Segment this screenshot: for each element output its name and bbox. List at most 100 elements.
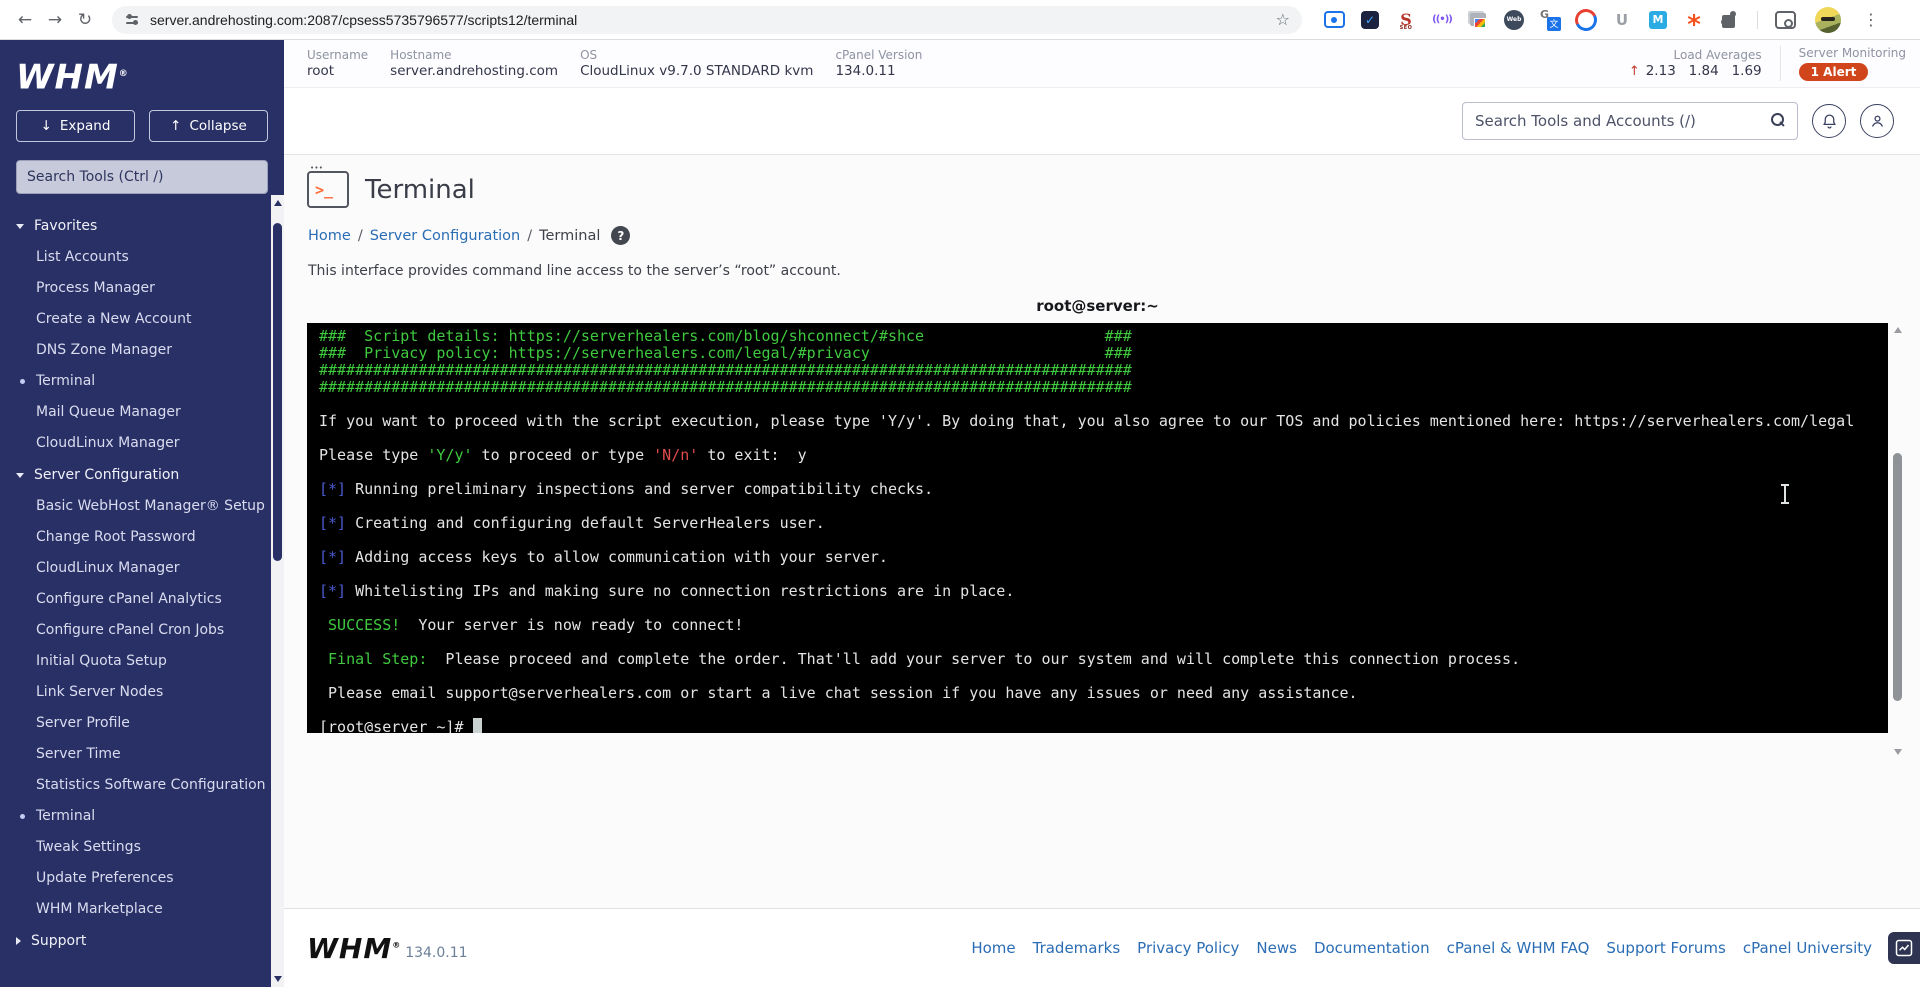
terminal-scrollbar[interactable] bbox=[1891, 325, 1904, 755]
load-up-arrow-icon: ↑ bbox=[1628, 63, 1640, 79]
browser-toolbar: ← → ↻ server.andrehosting.com:2087/cpses… bbox=[0, 0, 1920, 40]
check-icon[interactable] bbox=[1358, 8, 1382, 32]
footer-link-trademarks[interactable]: Trademarks bbox=[1033, 939, 1121, 957]
help-icon[interactable]: ? bbox=[611, 226, 631, 245]
sidebar-item-cloudlinux-manager[interactable]: CloudLinux Manager bbox=[0, 428, 284, 459]
sidebar-search-input[interactable] bbox=[16, 160, 268, 195]
expand-button[interactable]: ↓ Expand bbox=[16, 110, 135, 143]
terminal-line: [root@server ~]# bbox=[319, 718, 1876, 733]
sidebar-section-support[interactable]: Support bbox=[0, 925, 284, 957]
sidebar-item-list-accounts[interactable]: List Accounts bbox=[0, 242, 284, 273]
scroll-thumb[interactable] bbox=[273, 223, 282, 561]
sidebar-item-initial-quota-setup[interactable]: Initial Quota Setup bbox=[0, 646, 284, 677]
web-badge-icon[interactable] bbox=[1502, 8, 1526, 32]
footer-link-documentation[interactable]: Documentation bbox=[1314, 939, 1430, 957]
load-averages: Load Averages ↑ 2.13 1.84 1.69 bbox=[1628, 48, 1762, 79]
sidebar-item-link-server-nodes[interactable]: Link Server Nodes bbox=[0, 677, 284, 708]
search-icon[interactable] bbox=[1770, 112, 1786, 128]
footer-link-support-forums[interactable]: Support Forums bbox=[1606, 939, 1725, 957]
sidebar-item-whm-marketplace[interactable]: WHM Marketplace bbox=[0, 894, 284, 925]
scroll-thumb[interactable] bbox=[1893, 453, 1902, 701]
footer-link-home[interactable]: Home bbox=[971, 939, 1015, 957]
chevron-right-icon bbox=[16, 937, 21, 946]
tab-search-icon[interactable] bbox=[1773, 8, 1797, 32]
sidebar-item-server-profile[interactable]: Server Profile bbox=[0, 708, 284, 739]
collapse-button[interactable]: ↑ Collapse bbox=[149, 110, 268, 143]
sidebar-item-basic-webhost-manager-setup[interactable]: Basic WebHost Manager® Setup bbox=[0, 491, 284, 522]
sidebar-scrollbar[interactable] bbox=[271, 195, 284, 987]
notifications-button[interactable] bbox=[1812, 104, 1846, 138]
server-info-hostname: Hostname server.andrehosting.com bbox=[390, 47, 559, 79]
record-icon[interactable] bbox=[1322, 8, 1346, 32]
sidebar-item-terminal[interactable]: Terminal bbox=[0, 801, 284, 832]
tools-search-input[interactable] bbox=[1462, 102, 1798, 140]
back-icon[interactable]: ← bbox=[10, 5, 40, 35]
footer-links: Home Trademarks Privacy Policy News Document… bbox=[971, 939, 1872, 957]
footer-link-cpanel-university[interactable]: cPanel University bbox=[1743, 939, 1872, 957]
terminal-window-title: root@server:~ bbox=[1036, 297, 1159, 315]
sidebar-item-server-time[interactable]: Server Time bbox=[0, 739, 284, 770]
reload-icon[interactable]: ↻ bbox=[70, 5, 100, 35]
scroll-up-icon[interactable] bbox=[1893, 327, 1902, 333]
scroll-up-icon[interactable] bbox=[273, 200, 282, 206]
footer-link-privacy-policy[interactable]: Privacy Policy bbox=[1137, 939, 1239, 957]
sidebar-item-mail-queue-manager[interactable]: Mail Queue Manager bbox=[0, 397, 284, 428]
account-button[interactable] bbox=[1860, 104, 1894, 138]
person-icon bbox=[1871, 115, 1883, 127]
sidebar-item-configure-cpanel-cron-jobs[interactable]: Configure cPanel Cron Jobs bbox=[0, 615, 284, 646]
sidebar-item-process-manager[interactable]: Process Manager bbox=[0, 273, 284, 304]
url-text[interactable]: server.andrehosting.com:2087/cpsess57357… bbox=[150, 12, 1276, 28]
terminal-line: Please type 'Y/y' to proceed or type 'N/… bbox=[319, 446, 807, 464]
sidebar-item-terminal[interactable]: Terminal bbox=[0, 366, 284, 397]
breadcrumb-separator: / bbox=[527, 227, 533, 244]
whm-footer-logo: WHM® bbox=[307, 931, 402, 965]
feedback-chart-button[interactable] bbox=[1888, 932, 1920, 964]
extensions-puzzle-icon[interactable] bbox=[1718, 8, 1742, 32]
burst-icon[interactable] bbox=[1682, 8, 1706, 32]
footer-link-cpanel-whm-faq[interactable]: cPanel & WHM FAQ bbox=[1447, 939, 1590, 957]
signal-icon[interactable] bbox=[1430, 8, 1454, 32]
sidebar-item-update-preferences[interactable]: Update Preferences bbox=[0, 863, 284, 894]
sidebar-item-create-a-new-account[interactable]: Create a New Account bbox=[0, 304, 284, 335]
terminal-line: [*] Whitelisting IPs and making sure no … bbox=[319, 582, 1015, 600]
m-icon[interactable] bbox=[1646, 8, 1670, 32]
sidebar-item-tweak-settings[interactable]: Tweak Settings bbox=[0, 832, 284, 863]
profile-avatar[interactable] bbox=[1815, 6, 1841, 33]
sidebar-item-cloudlinux-manager[interactable]: CloudLinux Manager bbox=[0, 553, 284, 584]
sidebar-section-server-configuration[interactable]: Server Configuration bbox=[0, 459, 284, 491]
scroll-down-icon[interactable] bbox=[1893, 749, 1902, 755]
whm-logo[interactable]: WHM® bbox=[0, 40, 284, 97]
terminal-line: If you want to proceed with the script e… bbox=[319, 412, 1855, 430]
scroll-down-icon[interactable] bbox=[273, 976, 282, 982]
sidebar-item-change-root-password[interactable]: Change Root Password bbox=[0, 522, 284, 553]
chrome-menu-icon[interactable]: ⋮ bbox=[1861, 10, 1881, 29]
translate-icon[interactable] bbox=[1538, 8, 1562, 32]
footer-link-news[interactable]: News bbox=[1256, 939, 1297, 957]
seo-icon[interactable] bbox=[1394, 8, 1418, 32]
alert-badge[interactable]: 1 Alert bbox=[1798, 63, 1869, 81]
sidebar-item-configure-cpanel-analytics[interactable]: Configure cPanel Analytics bbox=[0, 584, 284, 615]
u-icon[interactable] bbox=[1610, 8, 1634, 32]
address-bar[interactable]: server.andrehosting.com:2087/cpsess57357… bbox=[112, 5, 1302, 34]
bookmark-star-icon[interactable]: ☆ bbox=[1276, 10, 1290, 29]
terminal-output[interactable]: ### Script details: https://serverhealer… bbox=[307, 323, 1888, 733]
text-cursor-pointer bbox=[1781, 484, 1789, 504]
sidebar-item-statistics-software-configuration[interactable]: Statistics Software Configuration bbox=[0, 770, 284, 801]
sidebar-section-favorites[interactable]: Favorites bbox=[0, 210, 284, 242]
site-controls-icon[interactable] bbox=[124, 12, 140, 28]
footer: WHM® 134.0.11 Home Trademarks Privacy Poli… bbox=[284, 908, 1920, 987]
breadcrumb-home[interactable]: Home bbox=[308, 228, 351, 244]
forward-icon[interactable]: → bbox=[40, 5, 70, 35]
breadcrumb-server-configuration[interactable]: Server Configuration bbox=[370, 228, 521, 244]
terminal-line: Final Step: Please proceed and complete … bbox=[319, 650, 1521, 668]
ring-icon[interactable] bbox=[1574, 8, 1598, 32]
bookmarks-icon[interactable] bbox=[1466, 8, 1490, 32]
sidebar-item-dns-zone-manager[interactable]: DNS Zone Manager bbox=[0, 335, 284, 366]
terminal-line: [*] Adding access keys to allow communic… bbox=[319, 548, 888, 566]
